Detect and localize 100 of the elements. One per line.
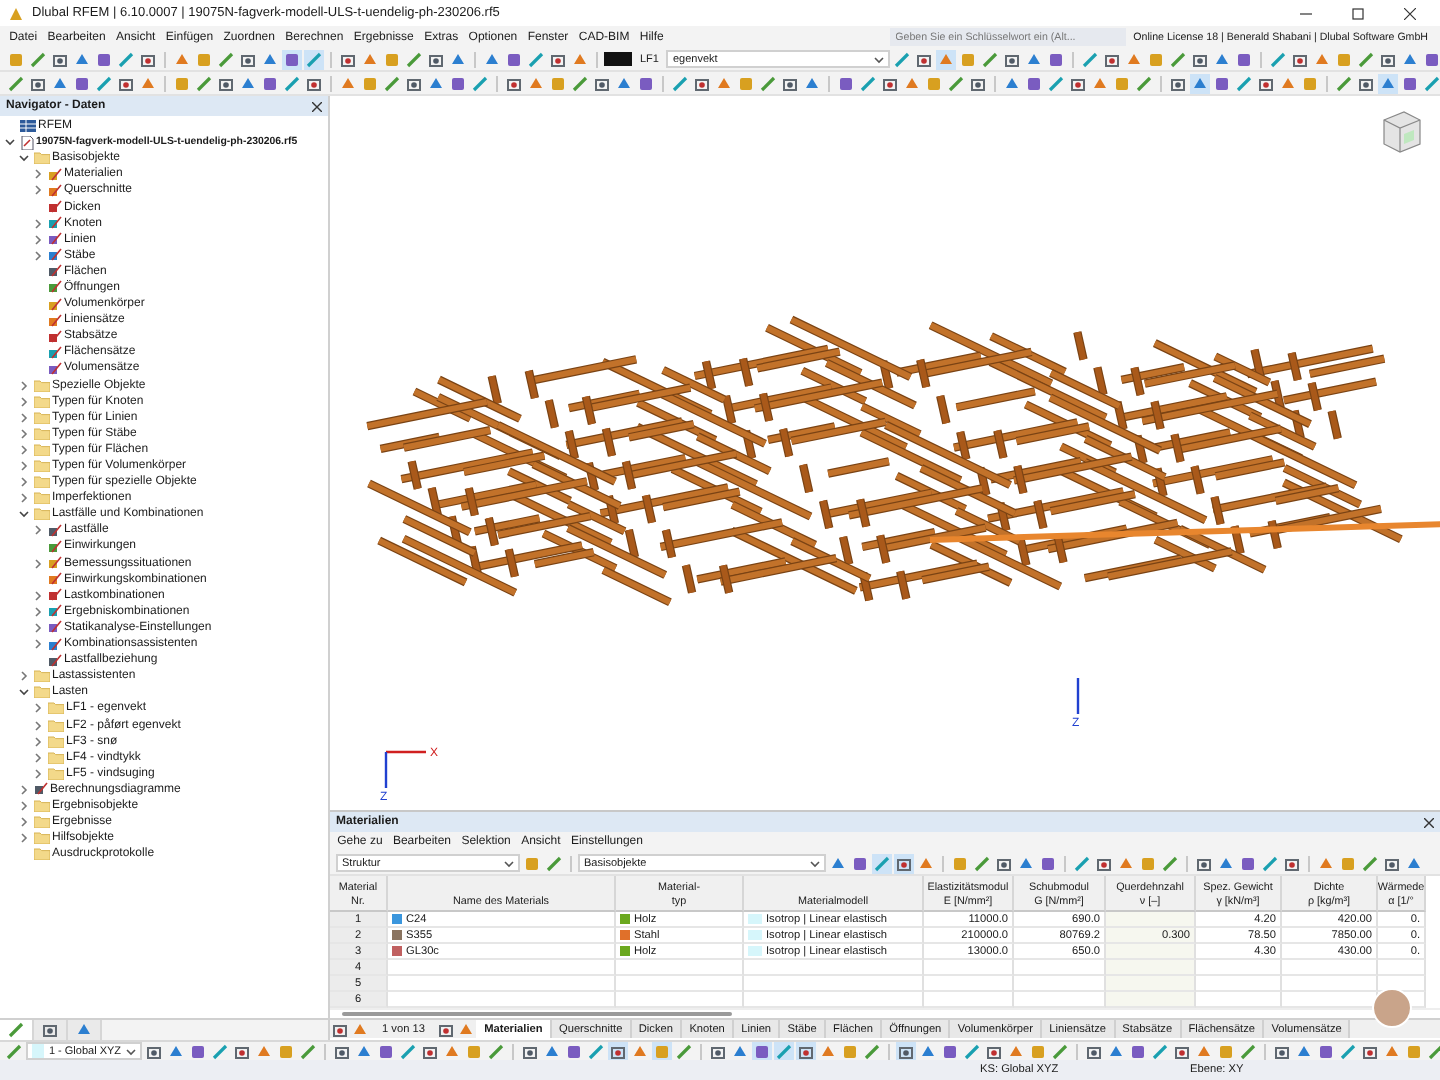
toolbar-button[interactable] — [1256, 73, 1276, 93]
toolbar-button[interactable] — [980, 49, 1001, 69]
toolbar-button[interactable] — [420, 1042, 440, 1060]
toolbar-button[interactable] — [1172, 1042, 1192, 1060]
toolbar-button[interactable] — [1234, 73, 1254, 93]
toolbar-button[interactable] — [972, 853, 992, 873]
toolbar-button[interactable] — [1002, 73, 1022, 93]
toolbar-button[interactable] — [330, 1020, 350, 1040]
toolbar-button[interactable] — [260, 73, 280, 93]
chevron-icon[interactable] — [18, 783, 30, 796]
toolbar-button[interactable] — [398, 1042, 418, 1060]
toolbar-button[interactable] — [914, 49, 935, 69]
toolbar-button[interactable] — [542, 1042, 562, 1060]
chevron-icon[interactable] — [32, 621, 44, 634]
toolbar-button[interactable] — [872, 853, 892, 873]
toolbar-button[interactable] — [1272, 1042, 1292, 1060]
toolbar-button[interactable] — [144, 1042, 164, 1060]
toolbar-button[interactable] — [608, 1042, 628, 1060]
toolbar-button[interactable] — [1238, 853, 1258, 873]
chevron-icon[interactable] — [32, 184, 44, 197]
toolbar-button[interactable] — [894, 853, 914, 873]
toolbar-button[interactable] — [752, 1042, 772, 1060]
chevron-icon[interactable] — [32, 524, 44, 537]
toolbar-button[interactable] — [382, 73, 402, 93]
toolbar-button[interactable] — [850, 853, 870, 873]
toolbar-button[interactable] — [238, 73, 258, 93]
toolbar-button[interactable] — [1150, 1042, 1170, 1060]
chevron-icon[interactable] — [18, 670, 30, 683]
close-icon[interactable] — [1424, 817, 1434, 827]
toolbar-button[interactable] — [50, 49, 70, 69]
toolbar-button[interactable] — [282, 73, 302, 93]
toolbar-button[interactable] — [692, 73, 712, 93]
chevron-icon[interactable] — [18, 460, 30, 473]
toolbar-button[interactable] — [282, 49, 302, 69]
toolbar-button[interactable] — [758, 73, 778, 93]
toolbar-button[interactable] — [836, 73, 856, 93]
toolbar-button[interactable] — [968, 73, 988, 93]
toolbar-button[interactable] — [548, 49, 568, 69]
toolbar-button[interactable] — [188, 1042, 208, 1060]
toolbar-button[interactable] — [94, 49, 114, 69]
toolbar-button[interactable] — [1268, 49, 1289, 69]
toolbar-button[interactable] — [544, 853, 564, 873]
toolbar-button[interactable] — [1106, 1042, 1126, 1060]
toolbar-button[interactable] — [570, 73, 590, 93]
toolbar-button[interactable] — [4, 1042, 24, 1060]
toolbar-button[interactable] — [796, 1042, 816, 1060]
toolbar-button[interactable] — [880, 73, 900, 93]
toolbar-button[interactable] — [520, 1042, 540, 1060]
toolbar-button[interactable] — [338, 73, 358, 93]
toolbar-button[interactable] — [448, 73, 468, 93]
toolbar-button[interactable] — [1216, 853, 1236, 873]
toolbar-button[interactable] — [1168, 73, 1188, 93]
toolbar-button[interactable] — [1084, 1042, 1104, 1060]
toolbar-button[interactable] — [962, 1042, 982, 1060]
toolbar-button[interactable] — [504, 73, 524, 93]
toolbar-button[interactable] — [332, 1042, 352, 1060]
scrollbar-thumb[interactable] — [342, 1012, 732, 1016]
toolbar-button[interactable] — [354, 1042, 374, 1060]
chevron-icon[interactable] — [18, 816, 30, 829]
view-cube-icon[interactable] — [1380, 108, 1424, 156]
toolbar-button[interactable] — [1316, 1042, 1336, 1060]
toolbar-button[interactable] — [526, 49, 546, 69]
chevron-icon[interactable] — [32, 719, 44, 732]
toolbar-button[interactable] — [138, 73, 158, 93]
toolbar-button[interactable] — [1356, 49, 1377, 69]
toolbar-button[interactable] — [1360, 853, 1380, 873]
toolbar-button[interactable] — [254, 1042, 274, 1060]
chevron-icon[interactable] — [32, 217, 44, 230]
toolbar-button[interactable] — [918, 1042, 938, 1060]
toolbar-button[interactable] — [50, 73, 70, 93]
toolbar-button[interactable] — [1334, 73, 1354, 93]
chevron-icon[interactable] — [18, 443, 30, 456]
toolbar-button[interactable] — [232, 1042, 252, 1060]
toolbar-button[interactable] — [350, 1020, 370, 1040]
toolbar-button[interactable] — [1278, 73, 1298, 93]
toolbar-button[interactable] — [1316, 853, 1336, 873]
toolbar-button[interactable] — [1002, 49, 1023, 69]
toolbar-button[interactable] — [730, 1042, 750, 1060]
toolbar-button[interactable] — [1080, 49, 1101, 69]
chevron-icon[interactable] — [18, 799, 30, 812]
toolbar-button[interactable] — [940, 1042, 960, 1060]
chevron-icon[interactable] — [32, 605, 44, 618]
toolbar-button[interactable] — [28, 49, 48, 69]
toolbar-button[interactable] — [172, 49, 192, 69]
toolbar-button[interactable] — [210, 1042, 230, 1060]
toolbar-button[interactable] — [592, 73, 612, 93]
toolbar-button[interactable] — [304, 73, 324, 93]
toolbar-button[interactable] — [1382, 853, 1402, 873]
toolbar-button[interactable] — [1160, 853, 1180, 873]
toolbar-button[interactable] — [442, 1042, 462, 1060]
chevron-icon[interactable] — [18, 832, 30, 845]
chevron-icon[interactable] — [32, 233, 44, 246]
chevron-icon[interactable] — [32, 557, 44, 570]
chevron-icon[interactable] — [32, 589, 44, 602]
toolbar-button[interactable] — [670, 73, 690, 93]
toolbar-button[interactable] — [636, 73, 656, 93]
toolbar-button[interactable] — [448, 49, 468, 69]
toolbar-button[interactable] — [1422, 73, 1440, 93]
toolbar-button[interactable] — [1378, 49, 1399, 69]
chevron-icon[interactable] — [18, 411, 30, 424]
